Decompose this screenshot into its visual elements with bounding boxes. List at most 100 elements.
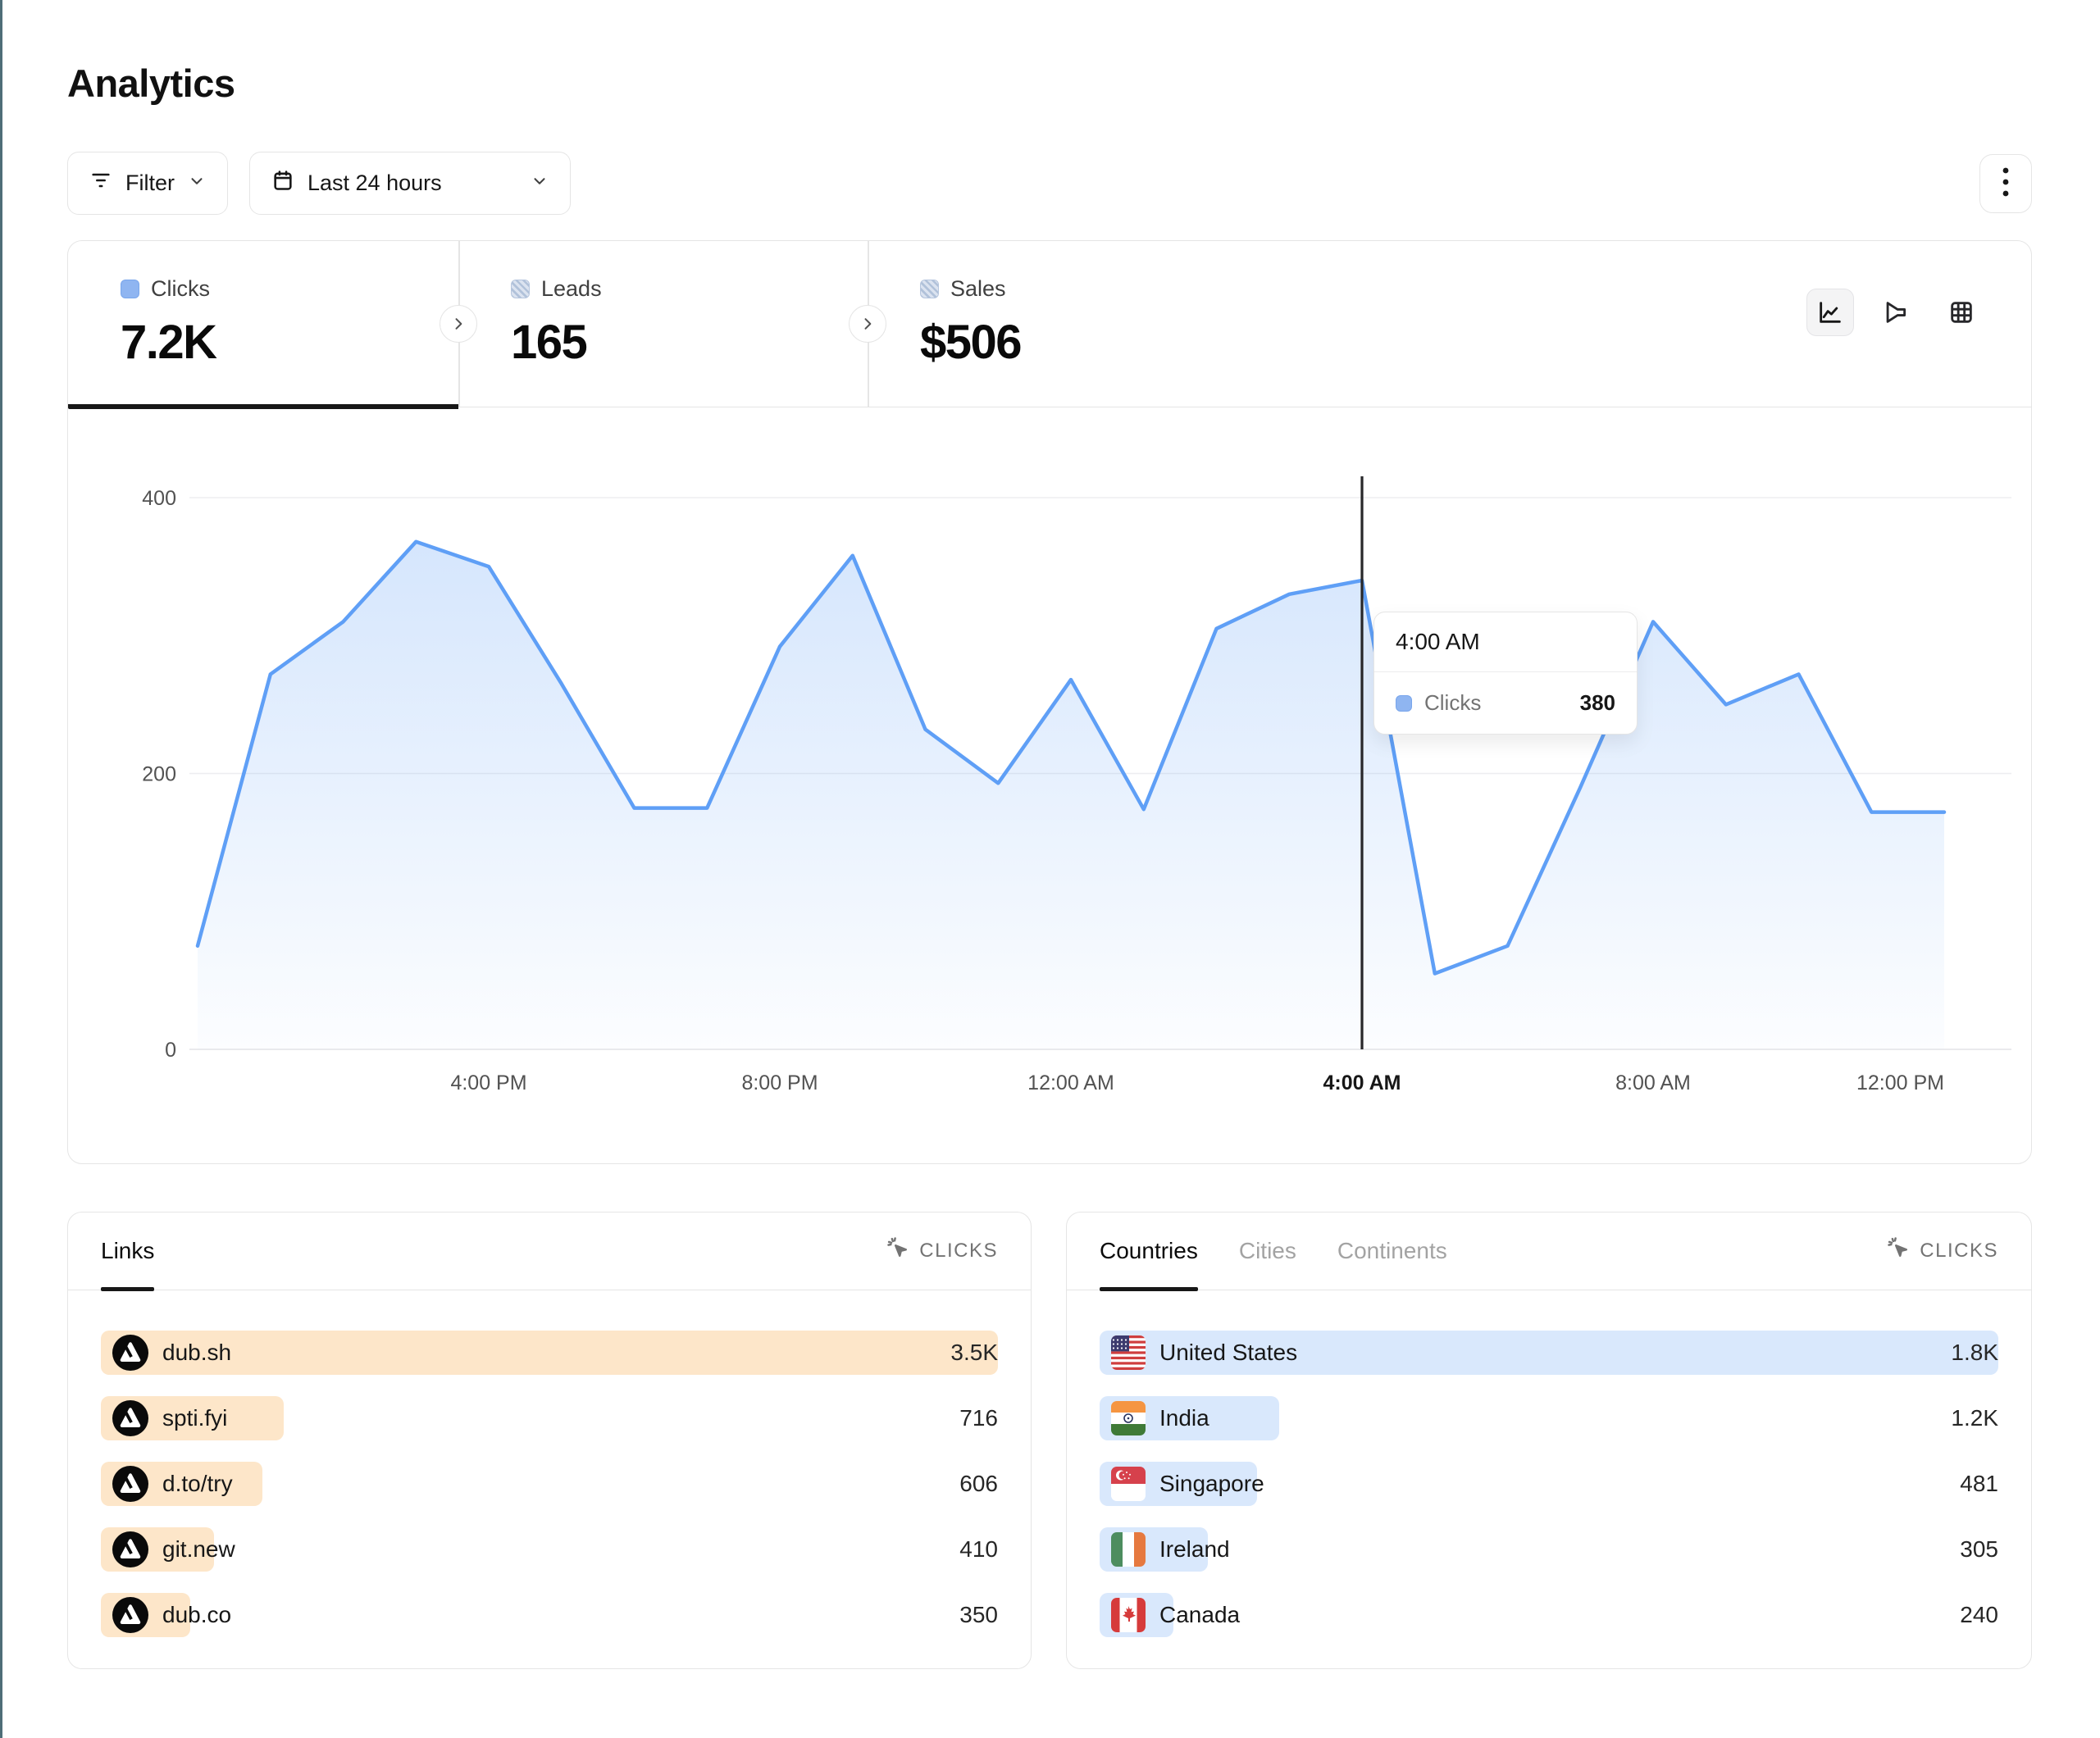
chevron-right-icon xyxy=(859,316,876,332)
dub-logo-icon xyxy=(112,1400,148,1436)
list-item-value: 606 xyxy=(959,1471,998,1497)
grid-icon xyxy=(1947,298,1975,326)
ie-flag-icon xyxy=(1111,1532,1146,1567)
list-item-value: 3.5K xyxy=(950,1340,998,1366)
leads-label: Leads xyxy=(541,276,602,302)
svg-text:400: 400 xyxy=(142,487,176,510)
date-range-label: Last 24 hours xyxy=(307,171,442,196)
svg-text:4:00 PM: 4:00 PM xyxy=(450,1071,526,1094)
list-item[interactable]: dub.co 350 xyxy=(101,1593,998,1637)
list-item-label: India xyxy=(1159,1405,1209,1431)
tab-leads[interactable]: Leads 165 xyxy=(458,241,868,407)
cursor-click-icon xyxy=(1887,1236,1911,1267)
list-item[interactable]: git.new 410 xyxy=(101,1527,998,1572)
svg-text:4:00 AM: 4:00 AM xyxy=(1323,1071,1401,1094)
countries-panel: Countries Cities Continents CLICKS Unite… xyxy=(1066,1212,2032,1669)
date-range-button[interactable]: Last 24 hours xyxy=(249,152,571,215)
funnel-icon xyxy=(1882,298,1910,326)
leads-legend-swatch xyxy=(511,280,530,298)
links-metric-label: CLICKS xyxy=(919,1240,998,1263)
chevron-down-icon xyxy=(188,171,206,196)
chevron-down-icon xyxy=(531,171,549,196)
links-panel: Links CLICKS dub.sh 3.5K spti.fyi 716 d.to/t… xyxy=(67,1212,1032,1669)
clicks-legend-swatch xyxy=(121,280,139,298)
tab-countries[interactable]: Countries xyxy=(1100,1213,1198,1290)
svg-text:200: 200 xyxy=(142,763,176,786)
tooltip-time: 4:00 AM xyxy=(1374,612,1637,672)
kebab-icon xyxy=(2002,166,2009,201)
calendar-icon xyxy=(271,169,294,198)
chevron-right-icon xyxy=(450,316,467,332)
list-item[interactable]: India 1.2K xyxy=(1100,1396,1998,1440)
window-edge xyxy=(0,0,2,1738)
list-item-label: Ireland xyxy=(1159,1536,1230,1563)
list-item-label: Canada xyxy=(1159,1602,1240,1628)
tab-continents[interactable]: Continents xyxy=(1337,1213,1447,1290)
us-flag-icon xyxy=(1111,1335,1146,1370)
tab-clicks[interactable]: Clicks 7.2K xyxy=(68,241,458,407)
list-item-value: 410 xyxy=(959,1536,998,1563)
expand-clicks-button[interactable] xyxy=(440,305,477,343)
sales-legend-swatch xyxy=(920,280,939,298)
links-metric-selector[interactable]: CLICKS xyxy=(886,1236,998,1267)
expand-leads-button[interactable] xyxy=(849,305,886,343)
list-item[interactable]: United States1.8K xyxy=(1100,1331,1998,1375)
table-view-toggle[interactable] xyxy=(1938,289,1985,336)
svg-text:12:00 AM: 12:00 AM xyxy=(1027,1071,1114,1094)
list-item-label: dub.sh xyxy=(162,1340,231,1366)
sales-label: Sales xyxy=(950,276,1006,302)
clicks-chart[interactable]: 02004004:00 PM8:00 PM12:00 AM4:00 AM8:00… xyxy=(68,407,2033,1165)
analytics-page: Analytics Filter Last 24 hours xyxy=(0,0,2100,1738)
clicks-label: Clicks xyxy=(151,276,210,302)
analytics-card: Clicks 7.2K Leads 165 Sales $506 xyxy=(67,240,2032,1164)
list-item[interactable]: spti.fyi 716 xyxy=(101,1396,998,1440)
list-item[interactable]: Ireland 305 xyxy=(1100,1527,1998,1572)
svg-text:0: 0 xyxy=(165,1039,176,1062)
chart-tooltip: 4:00 AM Clicks 380 xyxy=(1373,612,1638,735)
tooltip-series-label: Clicks xyxy=(1424,690,1481,716)
tab-cities[interactable]: Cities xyxy=(1239,1213,1296,1290)
funnel-chart-toggle[interactable] xyxy=(1872,289,1920,336)
cursor-click-icon xyxy=(886,1236,911,1267)
tooltip-value: 380 xyxy=(1580,690,1615,716)
dub-logo-icon xyxy=(112,1597,148,1633)
list-item[interactable]: Canada 240 xyxy=(1100,1593,1998,1637)
svg-text:12:00 PM: 12:00 PM xyxy=(1856,1071,1944,1094)
list-item-label: git.new xyxy=(162,1536,235,1563)
filter-label: Filter xyxy=(125,171,175,196)
tab-links[interactable]: Links xyxy=(101,1213,154,1290)
list-item-label: Singapore xyxy=(1159,1471,1264,1497)
list-item-value: 1.2K xyxy=(1951,1405,1998,1431)
line-chart-icon xyxy=(1816,298,1844,326)
countries-metric-selector[interactable]: CLICKS xyxy=(1887,1236,1998,1267)
list-item-value: 240 xyxy=(1960,1602,1998,1628)
list-item[interactable]: d.to/try 606 xyxy=(101,1462,998,1506)
breakdown-panels: Links CLICKS dub.sh 3.5K spti.fyi 716 d.to/t… xyxy=(67,1212,2032,1669)
page-title: Analytics xyxy=(67,61,235,106)
countries-metric-label: CLICKS xyxy=(1920,1240,1998,1263)
list-item-value: 716 xyxy=(959,1405,998,1431)
list-item-label: dub.co xyxy=(162,1602,231,1628)
clicks-value: 7.2K xyxy=(121,315,458,370)
filter-icon xyxy=(89,169,112,198)
tooltip-series-swatch xyxy=(1396,695,1412,712)
more-options-button[interactable] xyxy=(1979,154,2032,213)
line-chart-toggle[interactable] xyxy=(1806,289,1854,336)
list-item[interactable]: dub.sh 3.5K xyxy=(101,1331,998,1375)
dub-logo-icon xyxy=(112,1335,148,1371)
list-item-label: United States xyxy=(1159,1340,1297,1366)
sales-value: $506 xyxy=(920,315,1278,370)
list-item-label: spti.fyi xyxy=(162,1405,227,1431)
dub-logo-icon xyxy=(112,1531,148,1567)
list-item[interactable]: Singapore 481 xyxy=(1100,1462,1998,1506)
list-item-label: d.to/try xyxy=(162,1471,233,1497)
metric-tabs: Clicks 7.2K Leads 165 Sales $506 xyxy=(68,241,2031,407)
filter-button[interactable]: Filter xyxy=(67,152,228,215)
list-item-value: 481 xyxy=(1960,1471,1998,1497)
sg-flag-icon xyxy=(1111,1467,1146,1501)
chart-type-toggles xyxy=(1806,289,1985,336)
in-flag-icon xyxy=(1111,1401,1146,1435)
tab-sales[interactable]: Sales $506 xyxy=(868,241,1278,407)
list-item-value: 305 xyxy=(1960,1536,1998,1563)
list-item-value: 350 xyxy=(959,1602,998,1628)
